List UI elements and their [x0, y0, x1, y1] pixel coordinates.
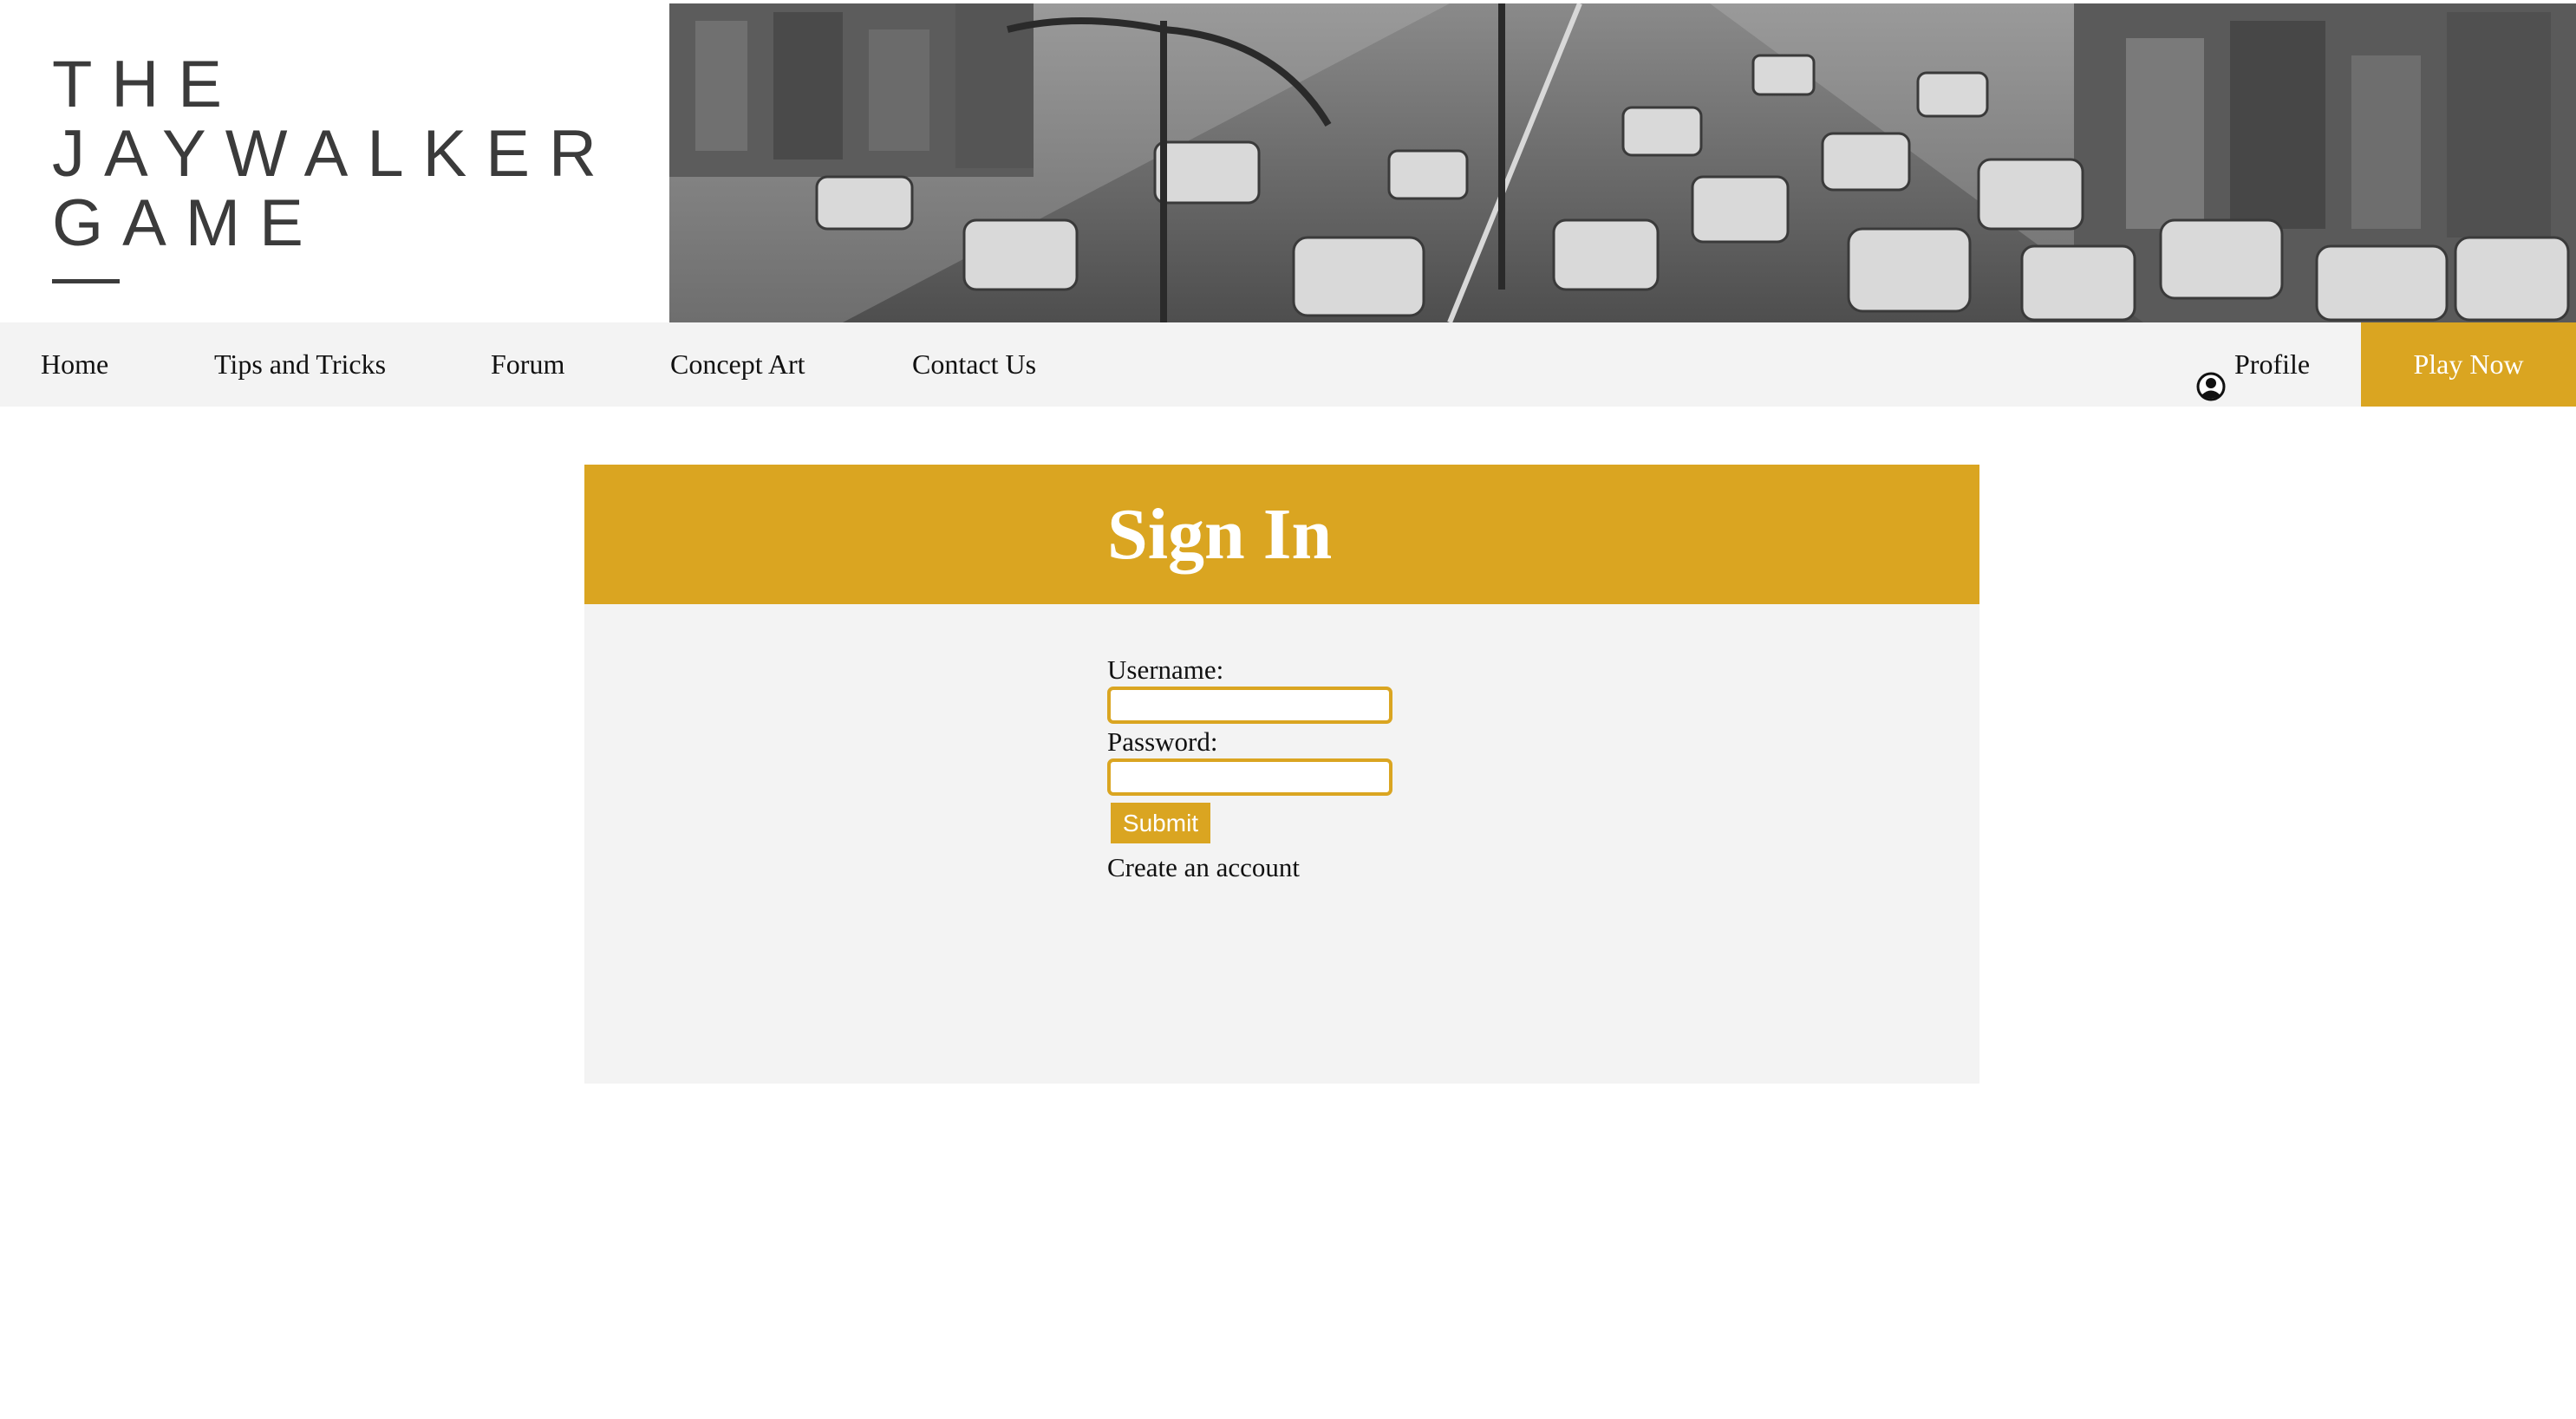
user-circle-icon [2196, 350, 2226, 400]
site-header: THE JAYWALKER GAME [0, 0, 2576, 322]
page-title: Sign In [1107, 494, 1333, 575]
username-field[interactable] [1107, 687, 1392, 724]
header-banner-image [669, 3, 2576, 322]
nav-profile[interactable]: Profile [2196, 322, 2310, 407]
main-nav: Home Tips and Tricks Forum Concept Art C… [0, 322, 2576, 407]
logo[interactable]: THE JAYWALKER GAME [0, 0, 669, 322]
sign-in-header: Sign In [584, 465, 1979, 604]
sign-in-card: Sign In Username: Password: Submit Creat… [584, 465, 1979, 1084]
submit-button[interactable]: Submit [1111, 803, 1210, 843]
nav-profile-label: Profile [2234, 348, 2311, 380]
nav-tips-and-tricks[interactable]: Tips and Tricks [214, 322, 386, 407]
password-field[interactable] [1107, 758, 1392, 796]
logo-line-3: GAME [52, 186, 323, 260]
logo-text: THE JAYWALKER GAME [52, 50, 616, 258]
logo-line-2: JAYWALKER [52, 117, 616, 191]
nav-forum[interactable]: Forum [491, 322, 564, 407]
logo-underline [52, 279, 120, 283]
nav-concept-art[interactable]: Concept Art [670, 322, 805, 407]
nav-contact-us[interactable]: Contact Us [912, 322, 1036, 407]
sign-in-form: Username: Password: Submit Create an acc… [1107, 654, 1454, 884]
nav-home[interactable]: Home [41, 322, 108, 407]
create-account-link[interactable]: Create an account [1107, 851, 1454, 884]
logo-line-1: THE [52, 48, 241, 121]
password-label: Password: [1107, 726, 1218, 757]
username-label: Username: [1107, 654, 1224, 685]
play-now-button[interactable]: Play Now [2361, 322, 2576, 407]
